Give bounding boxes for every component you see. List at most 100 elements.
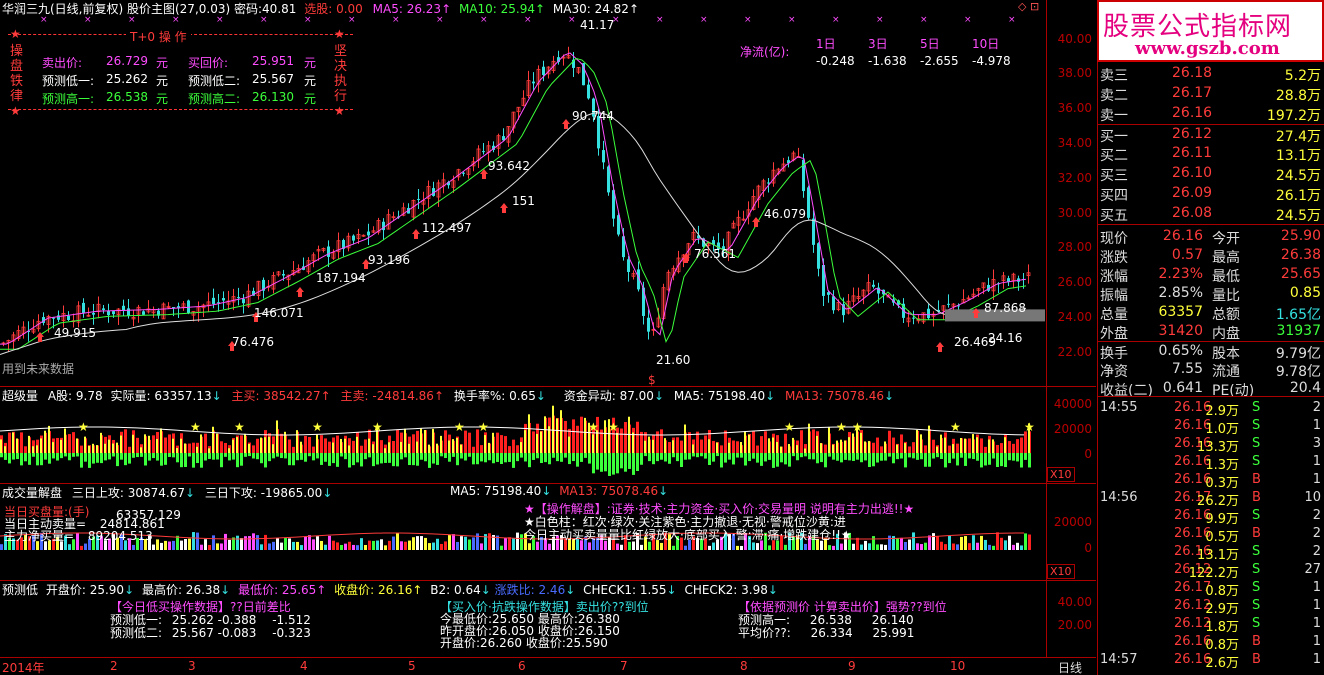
date-axis[interactable]: 2014年 2 3 4 5 6 7 8 9 10 日线 (0, 657, 1096, 675)
vol-bar-sell (948, 453, 951, 464)
tick-side: S (1252, 508, 1261, 523)
window-controls[interactable]: ◇ ⊡ (1018, 0, 1039, 13)
tick-row[interactable]: 26.16 0.3万 B 1 (1098, 471, 1324, 491)
vol2-bar (940, 541, 943, 550)
tick-side: S (1252, 580, 1261, 595)
vol-bar (80, 445, 83, 453)
orderbook-row[interactable]: 卖二 26.17 28.8万 (1098, 84, 1324, 104)
volume-analysis-pane[interactable]: 成交量解盘 三日上攻: 30874.67↓ 三日下攻: -19865.00↓ M… (0, 484, 1096, 580)
tick-row[interactable]: 26.12 1.8万 S 1 (1098, 615, 1324, 635)
tick-row[interactable]: 14:56 26.17 26.2万 B 10 (1098, 489, 1324, 509)
tick-list[interactable]: 14:55 26.16 2.9万 S 2 26.16 1.0万 S 1 26.16 13.3万 S 3 2… (1098, 396, 1324, 675)
box3-title: 【依据预测价 计算卖出价】 (738, 600, 886, 614)
tick-row[interactable]: 26.16 13.3万 S 3 (1098, 435, 1324, 455)
vol2-bar (852, 543, 855, 550)
vol-bar-sell (400, 453, 403, 460)
vol-bar (1012, 443, 1015, 453)
tick-count: 1 (1312, 472, 1321, 487)
tick-row[interactable]: 14:57 26.16 2.6万 B 1 (1098, 651, 1324, 671)
vol-bar-sell (528, 453, 531, 468)
vol2-bar (220, 543, 223, 550)
vol2-bar (880, 544, 883, 550)
vol-bar-sell (1012, 453, 1015, 461)
prediction-pane[interactable]: 预测低 开盘价: 25.90↓ 最高价: 26.38↓ 最低价: 25.65↑ … (0, 581, 1096, 657)
vol2-bar (752, 542, 755, 550)
vol-bar-sell (952, 453, 955, 459)
price-pane[interactable]: 华润三九(日线,前复权) 股价主图(27,0.03) 密码:40.81 选股: … (0, 0, 1096, 387)
period-label[interactable]: 日线 (1058, 659, 1082, 675)
vol-bar-sell (512, 453, 515, 468)
vol2-bar (188, 538, 191, 550)
vol-bar-sell (76, 453, 79, 457)
vol-bar-main (740, 442, 742, 453)
orderbook-row[interactable]: 卖一 26.16 197.2万 (1098, 104, 1324, 124)
ob-price: 26.12 (1172, 126, 1213, 142)
anno-6: 187.194 (316, 271, 366, 285)
vol-bar-sell (428, 453, 431, 468)
vol-bar-sell (204, 453, 207, 461)
volume-pane[interactable]: 超级量 A股: 9.78 实际量: 63357.13↓ 主买: 38542.27… (0, 387, 1096, 483)
tick-count: 1 (1312, 634, 1321, 649)
orderbook-row[interactable]: 买二 26.11 13.1万 (1098, 144, 1324, 164)
vol-bar-main (896, 444, 898, 453)
vol2-bar (264, 534, 267, 550)
quote-stats: 现价 26.16 今开 25.90 涨跌 0.57 最高 26.38 涨幅 2.23% 最低 25.6… (1098, 224, 1324, 399)
vol-bar-main (116, 442, 118, 453)
vol2-bar (628, 541, 631, 550)
q-label2: 内盘 (1212, 326, 1240, 342)
vol2-bar (404, 541, 407, 550)
tick-row[interactable]: 26.16 1.0万 S 1 (1098, 417, 1324, 437)
vol-bar (892, 437, 895, 453)
vol2-l1v: 63357.129 (116, 508, 181, 522)
vol2-bar (196, 532, 199, 550)
vol-bar-main (664, 438, 666, 453)
vol-bar (688, 432, 691, 453)
vol2-bar (768, 545, 771, 550)
star-icon: ★ (950, 420, 961, 434)
candle-body (947, 303, 950, 305)
vol-bar (20, 432, 23, 453)
vol-bar (564, 420, 567, 453)
anno-4: 112.497 (422, 221, 472, 235)
tick-row[interactable]: 26.12 122.2万 S 27 (1098, 561, 1324, 581)
vol-bar (912, 442, 915, 453)
signal-mark: × (216, 15, 224, 25)
candle-body (532, 81, 535, 84)
vol-bar (1016, 439, 1019, 453)
tick-count: 2 (1312, 526, 1321, 541)
orderbook-row[interactable]: 买一 26.12 27.4万 (1098, 124, 1324, 145)
q-value2: 25.90 (1280, 228, 1321, 244)
tick-row[interactable]: 26.16 9.9万 S 2 (1098, 507, 1324, 527)
vol-tick: 20000 (1053, 422, 1092, 436)
vol-bar (620, 428, 623, 453)
candle-body (807, 187, 810, 218)
vol-bar (980, 438, 983, 453)
tick-row[interactable]: 26.17 0.8万 S 1 (1098, 579, 1324, 599)
tick-row[interactable]: 26.16 0.8万 B 1 (1098, 633, 1324, 653)
tick-row[interactable]: 26.16 13.1万 S 2 (1098, 543, 1324, 563)
vol-bar-main (852, 433, 854, 453)
candle-body (67, 315, 70, 321)
tick-row[interactable]: 26.16 0.5万 B 2 (1098, 525, 1324, 545)
orderbook-row[interactable]: 买三 26.10 24.5万 (1098, 164, 1324, 184)
vol2-bar (360, 538, 363, 550)
candle-body (1007, 278, 1010, 282)
orderbook-row[interactable]: 卖三 26.18 5.2万 (1098, 64, 1324, 84)
q-value2: 31937 (1276, 323, 1321, 339)
vol2-bar (1016, 542, 1019, 550)
tick-row[interactable]: 26.12 2.9万 S 1 (1098, 597, 1324, 617)
vol-bar-main (836, 440, 838, 453)
vol-bar-sell (772, 453, 775, 468)
tick-row[interactable]: 26.16 1.3万 S 1 (1098, 453, 1324, 473)
orderbook-row[interactable]: 买四 26.09 26.1万 (1098, 184, 1324, 204)
tick-row[interactable]: 14:55 26.16 2.9万 S 2 (1098, 399, 1324, 419)
box3-r1w: 26.140 (871, 613, 914, 627)
orderbook-row[interactable]: 买五 26.08 24.5万 (1098, 204, 1324, 224)
vol2-bar (520, 534, 523, 550)
vol-bar-sell (564, 453, 567, 458)
volume-chart[interactable]: ★ ★ ★ ★ ★ ★ ★ ★ ★ ★ ★ ★ ★ ★ (0, 401, 1046, 483)
vol2-bar (988, 544, 991, 550)
vol-bar-sell (924, 453, 927, 467)
vol2-bar (344, 543, 347, 550)
vol-bar (188, 443, 191, 453)
